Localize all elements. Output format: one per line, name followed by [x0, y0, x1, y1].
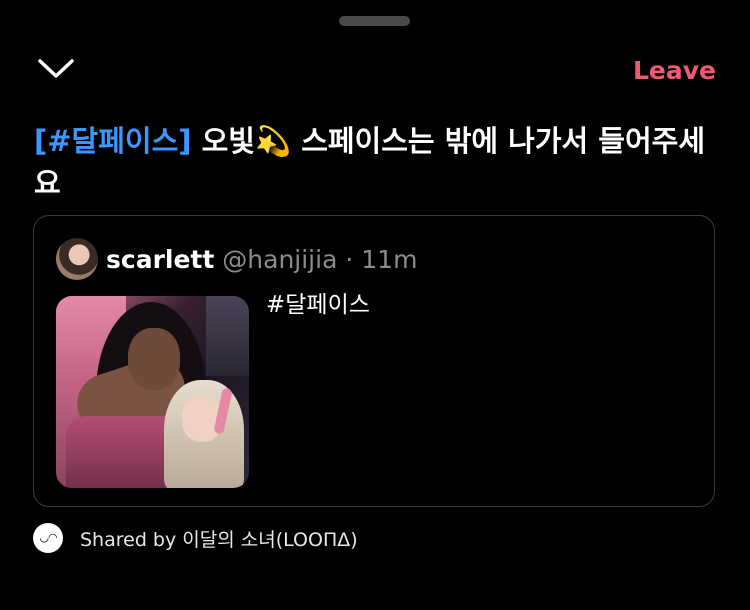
- post-timestamp: 11m: [361, 245, 418, 274]
- author-handle[interactable]: @hanjijia: [222, 245, 337, 274]
- user-avatar[interactable]: [56, 238, 98, 280]
- loona-logo-glyph: ◡◠: [39, 531, 57, 544]
- post-text[interactable]: #달페이스: [266, 290, 370, 320]
- space-sheet: Leave [#달페이스] 오빛💫 스페이스는 밖에 나가서 들어주세요 sca…: [0, 0, 750, 610]
- space-title: [#달페이스] 오빛💫 스페이스는 밖에 나가서 들어주세요: [34, 120, 724, 204]
- shared-by-text: Shared by 이달의 소녀(LOOΠΔ): [80, 528, 358, 551]
- pinned-post-card[interactable]: scarlett @hanjijia · 11m #달페이스: [33, 215, 715, 507]
- sheet-grabber-handle[interactable]: [339, 16, 410, 26]
- meta-separator: ·: [345, 245, 354, 274]
- leave-button[interactable]: Leave: [633, 56, 716, 86]
- photo-figure-face-dark: [128, 328, 180, 390]
- title-hashtag-link[interactable]: [#달페이스]: [34, 124, 192, 158]
- shared-by-row[interactable]: ◡◠ Shared by 이달의 소녀(LOOΠΔ): [33, 522, 358, 554]
- attached-photo[interactable]: [56, 296, 249, 488]
- chevron-down-icon[interactable]: [36, 56, 76, 82]
- photo-background-right: [206, 296, 249, 376]
- post-author-line: scarlett @hanjijia · 11m: [106, 245, 417, 275]
- author-display-name[interactable]: scarlett: [106, 245, 214, 274]
- loona-logo-avatar[interactable]: ◡◠: [33, 523, 63, 553]
